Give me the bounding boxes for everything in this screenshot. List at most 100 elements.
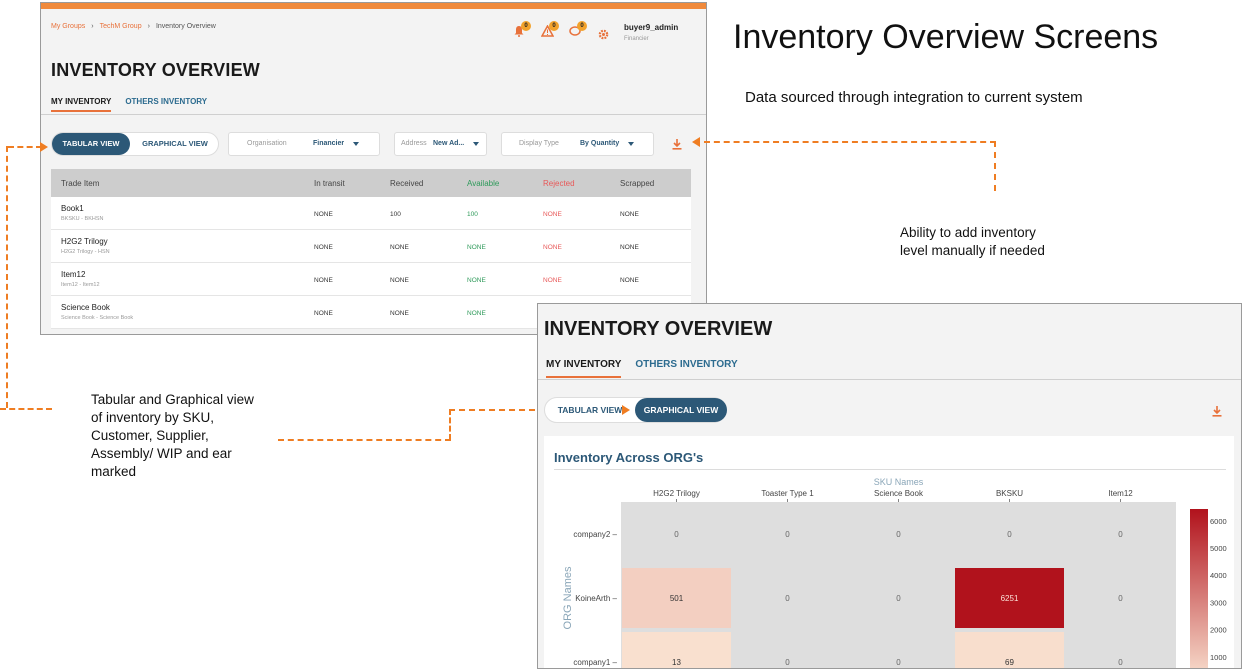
download-icon[interactable]	[672, 137, 682, 155]
chevron-right-icon: ›	[147, 23, 150, 30]
graphical-view-button[interactable]: GRAPHICAL VIEW	[635, 398, 727, 422]
address-dropdown[interactable]: Address New Ad...	[394, 132, 487, 156]
note-line: marked	[91, 464, 137, 479]
chevron-down-icon	[353, 142, 359, 146]
data-sourced-note: Data sourced through integration to curr…	[745, 89, 1083, 106]
col-in-transit: In transit	[314, 179, 345, 188]
breadcrumb-group[interactable]: TechM Group	[100, 23, 142, 30]
cell-value-label: 69	[1005, 658, 1014, 667]
colorbar-tick-label: 4000	[1210, 571, 1227, 580]
note-line: level manually if needed	[900, 243, 1045, 258]
gear-icon[interactable]	[598, 27, 609, 45]
download-icon[interactable]	[1212, 404, 1222, 422]
tab-others-inventory[interactable]: OTHERS INVENTORY	[635, 359, 737, 378]
col-rejected: Rejected	[543, 179, 575, 188]
trade-item-sku: H2G2 Trilogy - HSN	[61, 249, 110, 255]
tabular-view-button[interactable]: TABULAR VIEW	[52, 133, 130, 155]
col-trade-item: Trade Item	[61, 179, 100, 188]
scrapped-cell: NONE	[620, 277, 639, 284]
note-line: Ability to add inventory	[900, 225, 1036, 240]
display-type-dropdown[interactable]: Display Type By Quantity	[501, 132, 654, 156]
cell-value-label: 0	[1118, 530, 1123, 539]
cell-value-label: 0	[785, 658, 790, 667]
colorbar	[1190, 509, 1208, 668]
connector-line	[278, 439, 451, 441]
x-tick-label: Item12	[1108, 489, 1133, 498]
cell-value-label: 0	[1007, 530, 1012, 539]
in-transit-cell: NONE	[314, 211, 333, 218]
received-cell: NONE	[390, 310, 409, 317]
note-line: of inventory by SKU,	[91, 410, 215, 425]
organisation-label: Organisation	[247, 140, 287, 147]
trade-item-sku: Science Book - Science Book	[61, 315, 134, 321]
connector-line	[6, 146, 8, 408]
tabular-view-screenshot: My Groups › TechM Group › Inventory Overview…	[40, 2, 707, 335]
x-tick-label: Toaster Type 1	[761, 489, 814, 498]
cell-value-label: 0	[785, 530, 790, 539]
connector-line	[8, 146, 42, 148]
organisation-value: Financier	[313, 140, 345, 147]
colorbar-tick-label: 5000	[1210, 544, 1227, 553]
cell-value-label: 13	[672, 658, 681, 667]
scrapped-cell: NONE	[620, 211, 639, 218]
y-axis-title: ORG Names	[562, 566, 574, 629]
tab-my-inventory[interactable]: MY INVENTORY	[546, 359, 622, 378]
tabs-divider	[41, 114, 706, 115]
colorbar-tick-label: 1000	[1210, 653, 1227, 662]
trade-item-name: Book1	[61, 204, 84, 213]
colorbar-tick-label: 6000	[1210, 517, 1227, 526]
graphical-view-button[interactable]: GRAPHICAL VIEW	[132, 133, 218, 155]
message-badge: 0	[577, 21, 587, 31]
cell-value-label: 0	[1118, 658, 1123, 667]
address-value: New Ad...	[433, 140, 465, 147]
views-note: Tabular and Graphical view of inventory …	[91, 391, 254, 481]
inventory-heatmap: SKU Names H2G2 Trilogy Toaster Type 1 Scien…	[562, 477, 1227, 668]
note-line: Assembly/ WIP and ear	[91, 446, 232, 461]
x-tick-label: Science Book	[874, 489, 924, 498]
breadcrumb-my-groups[interactable]: My Groups	[51, 23, 85, 30]
organisation-dropdown[interactable]: Organisation Financier	[228, 132, 380, 156]
bell-icon[interactable]: 0	[513, 21, 531, 39]
col-scrapped: Scrapped	[620, 179, 655, 188]
header-notifications: 0 0 0	[513, 21, 587, 39]
table-header: Trade Item In transit Received Available…	[51, 169, 691, 197]
cell-value-label: 0	[1118, 594, 1123, 603]
chevron-right-icon: ›	[91, 23, 94, 30]
warning-icon[interactable]: 0	[541, 21, 559, 39]
display-type-value: By Quantity	[580, 140, 620, 147]
x-axis-title: SKU Names	[874, 477, 924, 487]
available-cell: 100	[467, 211, 478, 218]
address-label: Address	[401, 140, 427, 147]
received-cell: 100	[390, 211, 401, 218]
tab-my-inventory[interactable]: MY INVENTORY	[51, 97, 112, 112]
colorbar-tick-label: 2000	[1210, 626, 1227, 635]
trade-item-name: Item12	[61, 270, 86, 279]
received-cell: NONE	[390, 244, 409, 251]
display-type-label: Display Type	[519, 140, 559, 147]
rejected-cell: NONE	[543, 211, 562, 218]
table-row[interactable]: Item12 Item12 - Item12 NONE NONE NONE NO…	[51, 263, 691, 296]
trade-item-sku: BKSKU - BKHSN	[61, 216, 104, 222]
col-received: Received	[390, 179, 424, 188]
trade-item-name: H2G2 Trilogy	[61, 237, 108, 246]
connector-line	[0, 408, 52, 410]
table-row[interactable]: H2G2 Trilogy H2G2 Trilogy - HSN NONE NON…	[51, 230, 691, 263]
table-row[interactable]: Book1 BKSKU - BKHSN NONE 100 100 NONE NO…	[51, 197, 691, 230]
message-icon[interactable]: 0	[569, 21, 587, 39]
page-title: INVENTORY OVERVIEW	[51, 60, 260, 80]
graphical-view-screenshot: INVENTORY OVERVIEW MY INVENTORY OTHERS I…	[537, 303, 1242, 669]
scrapped-cell: NONE	[620, 244, 639, 251]
tab-others-inventory[interactable]: OTHERS INVENTORY	[125, 97, 207, 112]
cell-value-label: 0	[896, 594, 901, 603]
inventory-tabs: MY INVENTORY OTHERS INVENTORY	[51, 97, 207, 112]
arrow-left-icon	[692, 137, 700, 147]
y-tick-label: company2 –	[573, 530, 617, 539]
col-available: Available	[467, 179, 500, 188]
x-tick-label: H2G2 Trilogy	[653, 489, 700, 498]
user-name[interactable]: buyer9_admin	[624, 23, 678, 32]
cell-value-label: 6251	[1001, 594, 1019, 603]
breadcrumb-current: Inventory Overview	[155, 23, 216, 30]
note-line: Customer, Supplier,	[91, 428, 209, 443]
arrow-right-icon	[622, 405, 630, 415]
chevron-down-icon	[628, 142, 634, 146]
